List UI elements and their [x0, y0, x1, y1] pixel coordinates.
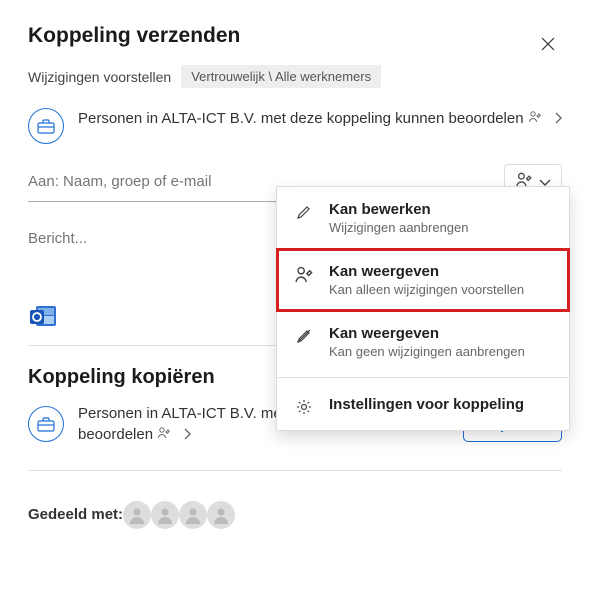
pencil-icon — [293, 203, 315, 221]
dialog-header: Koppeling verzenden — [28, 24, 562, 61]
outlook-icon[interactable] — [28, 301, 58, 331]
subtitle-row: Wijzigingen voorstellen Vertrouwelijk \ … — [28, 65, 562, 88]
shared-with-row: Gedeeld met: — [28, 501, 562, 529]
avatar[interactable] — [151, 501, 179, 529]
close-icon — [540, 36, 556, 52]
dropdown-separator — [277, 377, 569, 378]
confidentiality-badge: Vertrouwelijk \ Alle werknemers — [181, 65, 381, 88]
org-briefcase-icon — [28, 406, 64, 442]
avatar[interactable] — [179, 501, 207, 529]
permission-option-sub: Kan alleen wijzigingen voorstellen — [329, 282, 553, 297]
org-briefcase-icon — [28, 108, 64, 144]
subtitle-text: Wijzigingen voorstellen — [28, 69, 171, 85]
avatar[interactable] — [207, 501, 235, 529]
review-person-icon — [157, 425, 171, 446]
shared-with-label: Gedeeld met: — [28, 506, 123, 523]
gear-icon — [293, 398, 315, 416]
permission-option-title: Kan weergeven — [329, 263, 553, 280]
avatar[interactable] — [123, 501, 151, 529]
permission-option-sub: Kan geen wijzigingen aanbrengen — [329, 344, 553, 359]
permission-option-sub: Wijzigingen aanbrengen — [329, 220, 553, 235]
review-person-icon — [528, 109, 542, 130]
permission-option-review[interactable]: Kan weergeven Kan alleen wijzigingen voo… — [277, 249, 569, 311]
link-settings-option[interactable]: Instellingen voor koppeling — [277, 382, 569, 430]
close-button[interactable] — [534, 30, 562, 61]
permission-option-title: Kan weergeven — [329, 325, 553, 342]
section-divider — [28, 470, 562, 471]
permission-option-view[interactable]: Kan weergeven Kan geen wijzigingen aanbr… — [277, 311, 569, 373]
link-permissions-text: Personen in ALTA-ICT B.V. met deze koppe… — [78, 108, 562, 130]
permission-dropdown-menu: Kan bewerken Wijzigingen aanbrengen Kan … — [276, 186, 570, 431]
permission-option-title: Kan bewerken — [329, 201, 553, 218]
pencil-disabled-icon — [293, 327, 315, 345]
link-settings-label: Instellingen voor koppeling — [329, 396, 553, 413]
dialog-title: Koppeling verzenden — [28, 24, 240, 48]
person-review-icon — [293, 265, 315, 285]
link-permissions-label: Personen in ALTA-ICT B.V. met deze koppe… — [78, 110, 524, 127]
chevron-right-icon — [183, 425, 191, 446]
permission-option-edit[interactable]: Kan bewerken Wijzigingen aanbrengen — [277, 187, 569, 249]
chevron-right-icon — [554, 109, 562, 130]
link-permissions-summary[interactable]: Personen in ALTA-ICT B.V. met deze koppe… — [28, 108, 562, 144]
